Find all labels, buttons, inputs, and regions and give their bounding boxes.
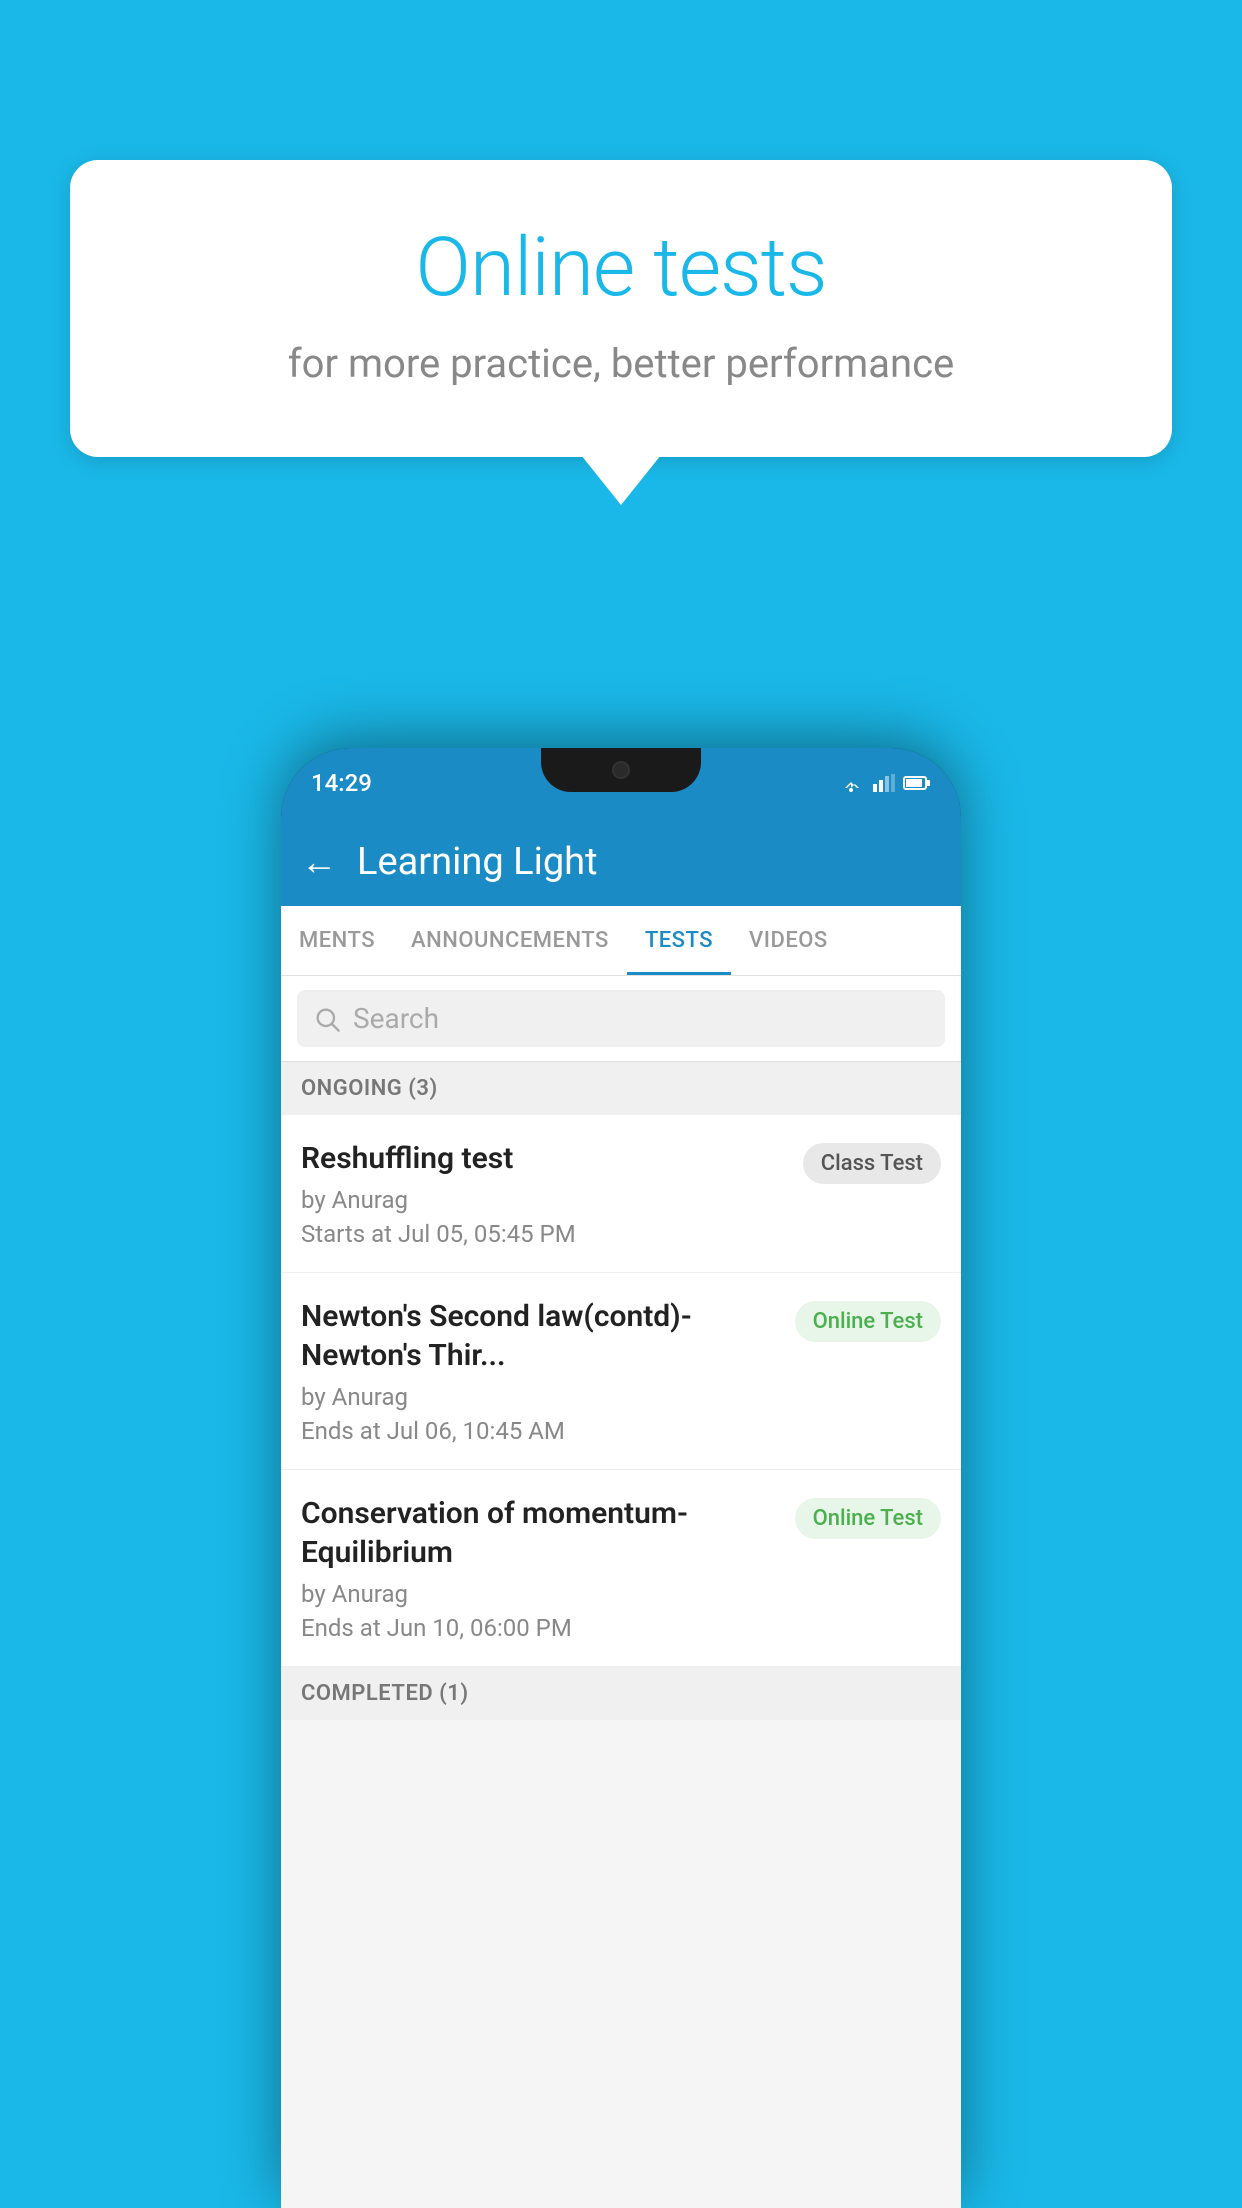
test-time: Starts at Jul 05, 05:45 PM	[301, 1220, 787, 1248]
completed-section-label: COMPLETED (1)	[281, 1667, 961, 1720]
battery-icon	[903, 774, 931, 792]
test-title: Newton's Second law(contd)-Newton's Thir…	[301, 1297, 779, 1375]
test-by: by Anurag	[301, 1580, 779, 1608]
tab-announcements[interactable]: ANNOUNCEMENTS	[393, 906, 627, 975]
ongoing-section-label: ONGOING (3)	[281, 1062, 961, 1115]
search-bar[interactable]: Search	[297, 990, 945, 1047]
bubble-subtitle: for more practice, better performance	[150, 340, 1092, 387]
test-title: Conservation of momentum-Equilibrium	[301, 1494, 779, 1572]
tab-assignments[interactable]: MENTS	[281, 906, 393, 975]
test-by: by Anurag	[301, 1383, 779, 1411]
search-placeholder: Search	[353, 1002, 439, 1035]
tabs-container: MENTS ANNOUNCEMENTS TESTS VIDEOS	[281, 906, 961, 976]
status-bar: 14:29	[281, 748, 961, 818]
status-icons	[839, 774, 931, 792]
test-item[interactable]: Reshuffling test by Anurag Starts at Jul…	[281, 1115, 961, 1273]
app-header: ← Learning Light	[281, 818, 961, 906]
test-info: Conservation of momentum-Equilibrium by …	[301, 1494, 795, 1642]
test-badge: Class Test	[803, 1143, 941, 1184]
phone-frame: 14:29 ← Learning L	[281, 748, 961, 2208]
test-list: Reshuffling test by Anurag Starts at Jul…	[281, 1115, 961, 1667]
clock: 14:29	[311, 769, 372, 797]
test-info: Reshuffling test by Anurag Starts at Jul…	[301, 1139, 803, 1248]
phone-notch	[541, 748, 701, 792]
speech-bubble-container: Online tests for more practice, better p…	[70, 160, 1172, 457]
test-info: Newton's Second law(contd)-Newton's Thir…	[301, 1297, 795, 1445]
test-item[interactable]: Conservation of momentum-Equilibrium by …	[281, 1470, 961, 1667]
test-item[interactable]: Newton's Second law(contd)-Newton's Thir…	[281, 1273, 961, 1470]
test-time: Ends at Jun 10, 06:00 PM	[301, 1614, 779, 1642]
test-by: by Anurag	[301, 1186, 787, 1214]
test-title: Reshuffling test	[301, 1139, 787, 1178]
tab-videos[interactable]: VIDEOS	[731, 906, 846, 975]
signal-icon	[871, 774, 895, 792]
bubble-title: Online tests	[150, 220, 1092, 316]
front-camera	[612, 761, 630, 779]
test-badge: Online Test	[795, 1498, 941, 1539]
back-button[interactable]: ←	[301, 841, 337, 883]
speech-bubble: Online tests for more practice, better p…	[70, 160, 1172, 457]
search-container: Search	[281, 976, 961, 1062]
test-badge: Online Test	[795, 1301, 941, 1342]
app-screen: ← Learning Light MENTS ANNOUNCEMENTS TES…	[281, 818, 961, 2208]
app-title: Learning Light	[357, 840, 598, 884]
search-icon	[313, 1005, 341, 1033]
test-time: Ends at Jul 06, 10:45 AM	[301, 1417, 779, 1445]
tab-tests[interactable]: TESTS	[627, 906, 731, 975]
wifi-icon	[839, 774, 863, 792]
